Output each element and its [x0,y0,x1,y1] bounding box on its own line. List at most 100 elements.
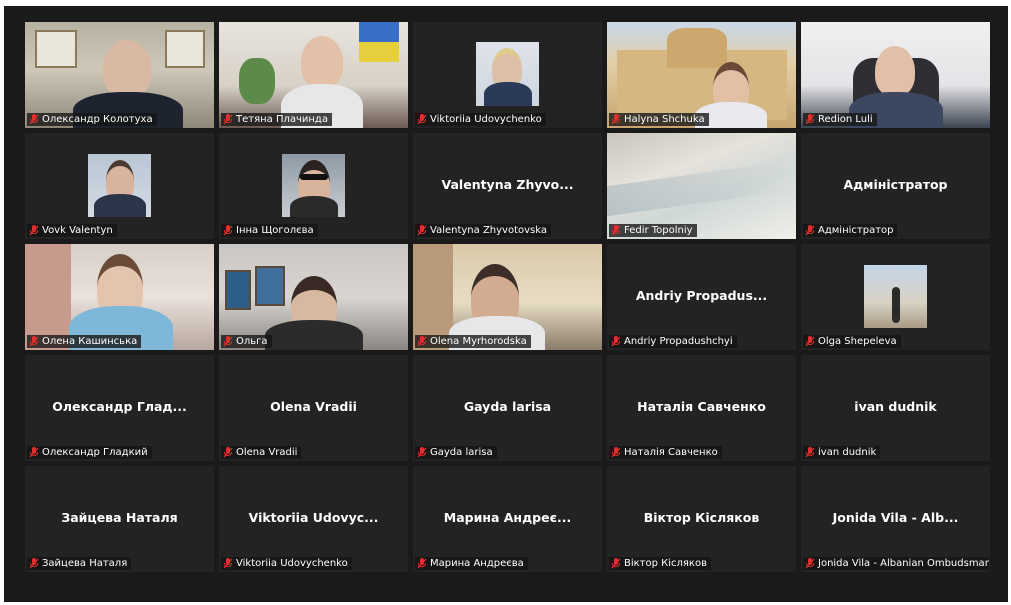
participant-name: Viktoriia Udovychenko [430,114,542,125]
participant-tile[interactable]: Марина Андреє... Марина Андреєва [413,466,602,572]
participant-name: Олександр Колотуха [42,114,153,125]
participant-name-label: Наталія Савченко [609,446,722,459]
participant-name-label: Olena Vradii [221,446,302,459]
participant-name-label: Інна Щоголєва [221,224,318,237]
participant-name: Redion Luli [818,114,873,125]
participant-display-name: Олександр Глад... [52,399,187,414]
participant-photo [282,154,345,217]
muted-mic-icon [611,558,621,569]
muted-mic-icon [805,336,815,347]
participant-name-label: Олександр Колотуха [27,113,157,126]
participant-tile[interactable]: Olga Shepeleva [801,244,990,350]
participant-photo [864,265,927,328]
participant-name: Viktoriia Udovychenko [236,558,348,569]
participant-tile[interactable]: Halyna Shchuka [607,22,796,128]
muted-mic-icon [29,225,39,236]
participant-name-label: Vovk Valentyn [27,224,117,237]
participant-name: Fedir Topolniy [624,225,693,236]
participant-name-label: Jonida Vila - Albanian Ombudsman... [803,557,989,570]
participant-name-label: Fedir Topolniy [609,224,697,237]
participant-name: Ольга [236,336,268,347]
participant-tile[interactable]: Olena Vradii Olena Vradii [219,355,408,461]
participant-tile[interactable]: Valentyna Zhyvo... Valentyna Zhyvotovska [413,133,602,239]
participant-name: Віктор Кісляков [624,558,707,569]
muted-mic-icon [29,447,39,458]
participant-tile[interactable]: Andriy Propadus... Andriy Propadushchyi [607,244,796,350]
participant-name: Vovk Valentyn [42,225,113,236]
participant-tile[interactable]: Олександр Колотуха [25,22,214,128]
muted-mic-icon [805,225,815,236]
participant-tile[interactable]: Тетяна Плачинда [219,22,408,128]
participant-tile[interactable]: Наталія Савченко Наталія Савченко [607,355,796,461]
muted-mic-icon [417,558,427,569]
muted-mic-icon [29,114,39,125]
participant-display-name: Viktoriia Udovyc... [248,510,379,525]
participant-name-label: Viktoriia Udovychenko [221,557,352,570]
muted-mic-icon [805,558,815,569]
meeting-gallery-view: Олександр Колотуха Тетяна Плачинда Vikto… [4,6,1008,602]
participant-name: Olga Shepeleva [818,336,897,347]
participant-name: Olena Myrhorodska [430,336,527,347]
participant-name-label: Andriy Propadushchyi [609,335,737,348]
participant-photo [476,42,539,106]
participant-tile[interactable]: Viktoriia Udovyc... Viktoriia Udovychenk… [219,466,408,572]
participant-tile[interactable]: ivan dudnik ivan dudnik [801,355,990,461]
muted-mic-icon [417,114,427,125]
participant-name-label: Valentyna Zhyvotovska [415,224,551,237]
participant-name-label: Віктор Кісляков [609,557,711,570]
participant-name: Адміністратор [818,225,894,236]
participant-tile[interactable]: Olena Myrhorodska [413,244,602,350]
participant-display-name: Наталія Савченко [637,399,766,414]
participant-display-name: Valentyna Zhyvo... [441,177,574,192]
muted-mic-icon [611,225,621,236]
participant-name-label: Олена Кашинська [27,335,142,348]
participant-tile-active-speaker[interactable]: Ольга [219,244,408,350]
participant-tile[interactable]: Vovk Valentyn [25,133,214,239]
participant-name: Valentyna Zhyvotovska [430,225,547,236]
muted-mic-icon [611,114,621,125]
muted-mic-icon [223,336,233,347]
muted-mic-icon [611,447,621,458]
participant-name: Тетяна Плачинда [236,114,328,125]
participant-name: Gayda larisa [430,447,493,458]
participant-name-label: Адміністратор [803,224,898,237]
participant-tile[interactable]: Віктор Кісляков Віктор Кісляков [607,466,796,572]
participant-photo [88,154,151,217]
participant-name: Олександр Гладкий [42,447,148,458]
participant-tile[interactable]: Viktoriia Udovychenko [413,22,602,128]
participant-name-label: Viktoriia Udovychenko [415,113,546,126]
participant-name-label: Olga Shepeleva [803,335,901,348]
participant-tile[interactable]: Jonida Vila - Alb... Jonida Vila - Alban… [801,466,990,572]
participant-name-label: Halyna Shchuka [609,113,709,126]
participant-tile[interactable]: Gayda larisa Gayda larisa [413,355,602,461]
muted-mic-icon [29,558,39,569]
muted-mic-icon [417,225,427,236]
muted-mic-icon [611,336,621,347]
participant-tile[interactable]: Олександр Глад... Олександр Гладкий [25,355,214,461]
participant-name: ivan dudnik [818,447,877,458]
muted-mic-icon [417,447,427,458]
muted-mic-icon [223,558,233,569]
participant-name-label: Redion Luli [803,113,877,126]
participant-name-label: Марина Андреєва [415,557,528,570]
participant-display-name: Gayda larisa [463,399,552,414]
participant-name: Інна Щоголєва [236,225,314,236]
participant-display-name: Зайцева Наталя [61,510,178,525]
participant-name-label: Олександр Гладкий [27,446,152,459]
muted-mic-icon [805,447,815,458]
participant-name: Марина Андреєва [430,558,524,569]
participant-display-name: Марина Андреє... [443,510,572,525]
participant-tile[interactable]: Redion Luli [801,22,990,128]
participant-tile[interactable]: Олена Кашинська [25,244,214,350]
muted-mic-icon [805,114,815,125]
participant-tile[interactable]: Інна Щоголєва [219,133,408,239]
participant-display-name: Jonida Vila - Alb... [832,510,959,525]
participant-tile[interactable]: Зайцева Наталя Зайцева Наталя [25,466,214,572]
participant-tile[interactable]: Адміністратор Адміністратор [801,133,990,239]
participant-tile[interactable]: Fedir Topolniy [607,133,796,239]
participant-name: Andriy Propadushchyi [624,336,733,347]
participant-display-name: Адміністратор [843,177,948,192]
participant-name: Олена Кашинська [42,336,138,347]
muted-mic-icon [223,447,233,458]
participant-display-name: Olena Vradii [270,399,357,414]
